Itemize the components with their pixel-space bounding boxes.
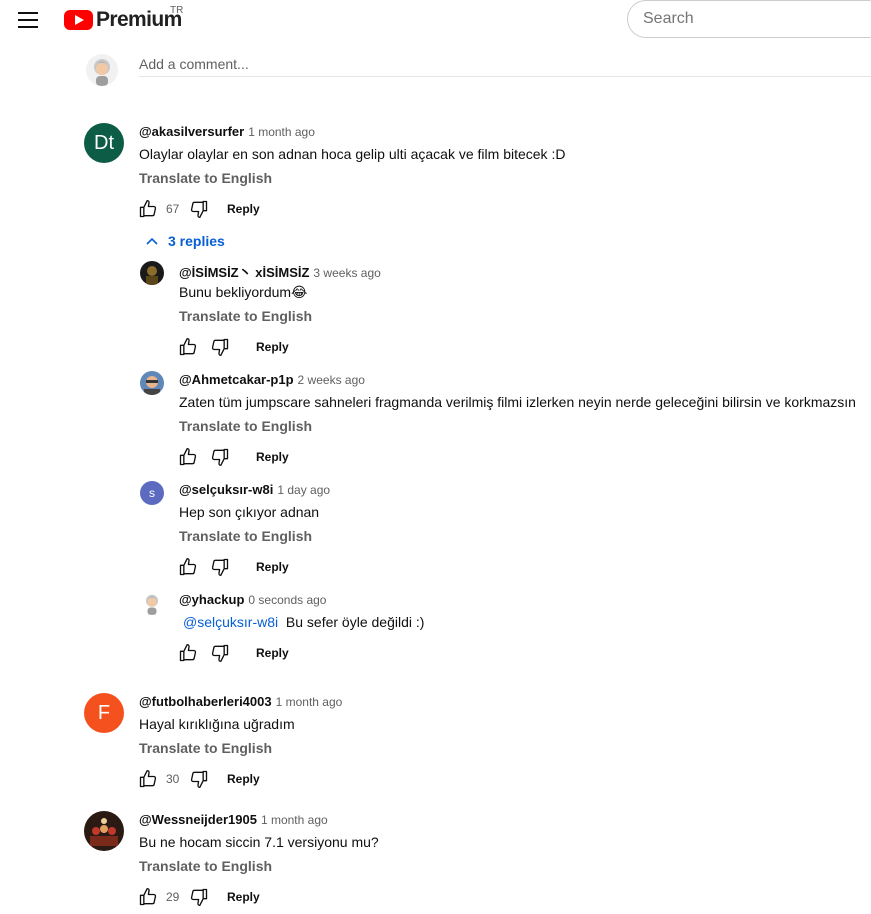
reply-body: Bu sefer öyle değildi :)	[285, 614, 425, 630]
dislike-icon[interactable]	[208, 335, 232, 359]
reply-text: Hep son çıkıyor adnan	[179, 504, 320, 520]
replies-count: 3 replies	[168, 233, 225, 249]
search-input[interactable]	[627, 0, 871, 38]
logo-text: Premium	[96, 8, 182, 31]
mention-link[interactable]: @selçuksır-w8i	[183, 614, 278, 630]
current-user-avatar	[86, 54, 118, 86]
reply-text: Zaten tüm jumpscare sahneleri fragmanda …	[179, 394, 856, 410]
region-code: TR	[170, 5, 184, 16]
reply-time[interactable]: 3 weeks ago	[313, 266, 380, 280]
avatar[interactable]	[84, 811, 124, 851]
comment-author[interactable]: @futbolhaberleri4003 1 month ago	[139, 694, 342, 709]
reply-text: @selçuksır-w8i Bu sefer öyle değildi :)	[183, 614, 424, 630]
reply-button[interactable]: Reply	[256, 450, 289, 464]
reply-actions: Reply	[176, 641, 289, 665]
youtube-play-icon	[64, 10, 93, 30]
like-icon[interactable]	[136, 767, 160, 791]
dislike-icon[interactable]	[187, 767, 211, 791]
avatar[interactable]: Dt	[84, 123, 124, 163]
like-icon[interactable]	[176, 335, 200, 359]
reply-button[interactable]: Reply	[256, 340, 289, 354]
avatar[interactable]	[140, 261, 164, 285]
dislike-icon[interactable]	[208, 445, 232, 469]
dislike-icon[interactable]	[208, 641, 232, 665]
reply-time[interactable]: 2 weeks ago	[298, 373, 365, 387]
like-icon[interactable]	[176, 641, 200, 665]
reply-button[interactable]: Reply	[227, 890, 260, 904]
reply-text: Bunu bekliyordum😂	[179, 284, 308, 300]
add-comment-input[interactable]	[139, 52, 871, 77]
comment-time[interactable]: 1 month ago	[276, 695, 343, 709]
like-count: 29	[166, 890, 180, 904]
like-icon[interactable]	[176, 445, 200, 469]
like-icon[interactable]	[136, 885, 160, 909]
dislike-icon[interactable]	[187, 197, 211, 221]
reply-button[interactable]: Reply	[227, 202, 260, 216]
reply-time[interactable]: 1 day ago	[277, 483, 330, 497]
dislike-icon[interactable]	[187, 885, 211, 909]
translate-link[interactable]: Translate to English	[179, 308, 312, 324]
comment-text: Hayal kırıklığına uğradım	[139, 716, 295, 732]
comment-text: Olaylar olaylar en son adnan hoca gelip …	[139, 146, 566, 162]
reply-time[interactable]: 0 seconds ago	[248, 593, 326, 607]
avatar[interactable]	[140, 371, 164, 395]
comment-author[interactable]: @Wessneijder1905 1 month ago	[139, 812, 328, 827]
reply-button[interactable]: Reply	[256, 646, 289, 660]
chevron-up-icon	[146, 237, 158, 245]
avatar[interactable]	[140, 591, 164, 615]
reply-actions: Reply	[176, 555, 289, 579]
reply-actions: Reply	[176, 445, 289, 469]
reply-author[interactable]: @yhackup 0 seconds ago	[179, 592, 326, 607]
comment-time[interactable]: 1 month ago	[261, 813, 328, 827]
youtube-premium-logo[interactable]: Premium	[64, 8, 182, 32]
like-count: 67	[166, 202, 180, 216]
dislike-icon[interactable]	[208, 555, 232, 579]
replies-toggle-button[interactable]: 3 replies	[144, 233, 225, 249]
translate-link[interactable]: Translate to English	[179, 418, 312, 434]
comment-actions: 67 Reply	[136, 197, 260, 221]
comment-text: Bu ne hocam siccin 7.1 versiyonu mu?	[139, 834, 379, 850]
avatar[interactable]: s	[140, 481, 164, 505]
reply-actions: Reply	[176, 335, 289, 359]
menu-icon[interactable]	[18, 12, 38, 28]
translate-link[interactable]: Translate to English	[139, 170, 272, 186]
translate-link[interactable]: Translate to English	[139, 740, 272, 756]
reply-author[interactable]: @Ahmetcakar-p1p 2 weeks ago	[179, 372, 365, 387]
comment-author[interactable]: @akasilversurfer 1 month ago	[139, 124, 315, 139]
comment-actions: 30 Reply	[136, 767, 260, 791]
like-icon[interactable]	[136, 197, 160, 221]
like-icon[interactable]	[176, 555, 200, 579]
comment-actions: 29 Reply	[136, 885, 260, 909]
reply-author[interactable]: @İSİMSİZ丶 xİSİMSİZ 3 weeks ago	[179, 262, 381, 281]
translate-link[interactable]: Translate to English	[179, 528, 312, 544]
avatar[interactable]: F	[84, 693, 124, 733]
reply-button[interactable]: Reply	[227, 772, 260, 786]
reply-button[interactable]: Reply	[256, 560, 289, 574]
comment-time[interactable]: 1 month ago	[248, 125, 315, 139]
translate-link[interactable]: Translate to English	[139, 858, 272, 874]
reply-author[interactable]: @selçuksır-w8i 1 day ago	[179, 482, 330, 497]
like-count: 30	[166, 772, 180, 786]
